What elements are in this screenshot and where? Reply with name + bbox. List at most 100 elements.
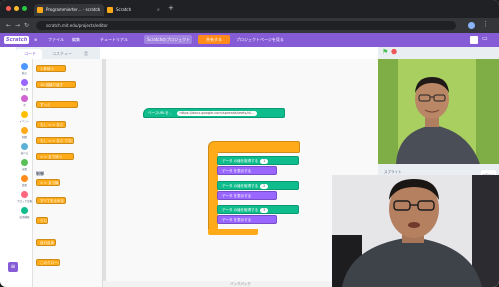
palette-block-label: ずっと — [40, 103, 51, 107]
share-button[interactable]: 共有する — [198, 35, 230, 44]
script-block-input[interactable]: 3 — [260, 208, 269, 213]
category-label: ブロック定義 — [17, 200, 33, 203]
category-label: 調べる — [20, 152, 29, 155]
get-value-block[interactable]: データ の値を取得する 1 — [217, 156, 299, 165]
stage-header: ⚑ ⬣ — [378, 47, 499, 59]
show-data-block[interactable]: データ を表示する — [217, 215, 277, 224]
reload-icon[interactable]: ↻ — [24, 21, 29, 30]
palette-section-heading: 制御 — [36, 171, 44, 176]
browser-tab-label: Programmierter… · scratch — [46, 7, 101, 12]
close-tab-icon[interactable]: × — [157, 4, 160, 16]
browser-tab[interactable]: Scratch × — [104, 4, 164, 16]
category-7-icon[interactable] — [21, 175, 28, 182]
category-0-icon[interactable] — [21, 63, 28, 70]
workspace-url-block[interactable]: ベースURLを 、 https://docs.google.com/spread… — [143, 108, 285, 118]
category-9-icon[interactable] — [21, 207, 28, 214]
palette-block[interactable]: すべてを止める — [36, 197, 66, 204]
palette-block-label: 10 回繰り返す — [40, 83, 64, 87]
category-4-icon[interactable] — [21, 127, 28, 134]
category-label: 変数 — [21, 184, 27, 187]
script-hat-block[interactable] — [208, 141, 300, 153]
browser-tab-strip: Programmierter… · scratch × Scratch × + — [0, 0, 499, 18]
back-arrow-icon[interactable]: ← — [6, 21, 11, 30]
globe-icon[interactable]: ⊕ — [34, 36, 37, 44]
show-data-block[interactable]: データ を表示する — [217, 166, 277, 175]
url-block-input[interactable]: https://docs.google.com/spreadsheets/d/… — [176, 111, 258, 116]
palette-block[interactable]: < > まで待つ — [36, 153, 74, 160]
script-block-label: データ の値を取得する — [222, 208, 259, 212]
palette-block-label: もし < > なら でなければ — [40, 139, 73, 143]
url-field[interactable]: scratch.mit.edu/projects/editor — [36, 21, 456, 30]
browser-tab-active[interactable]: Programmierter… · scratch × — [34, 4, 104, 16]
palette-block-label: 1 秒待つ — [40, 67, 54, 71]
new-tab-button[interactable]: + — [168, 4, 174, 12]
menu-file[interactable]: ファイル — [48, 36, 64, 44]
see-project-page-button[interactable]: プロジェクトページを見る — [236, 36, 284, 44]
tab-costumes[interactable]: コスチューム — [44, 49, 74, 66]
category-5-icon[interactable] — [21, 143, 28, 150]
url-block-label: ベースURLを 、 — [148, 111, 174, 115]
zoom-window-icon[interactable] — [22, 6, 27, 11]
palette-block-label: 自分自身 のクローンを作る — [40, 241, 55, 245]
script-block-label: データ を表示する — [222, 218, 252, 222]
script-block-label: データ の値を取得する — [222, 184, 259, 188]
minimize-window-icon[interactable] — [14, 6, 19, 11]
palette-block[interactable]: 自分自身 のクローンを作る — [36, 239, 56, 246]
scratch-logo[interactable]: Scratch — [4, 36, 30, 44]
palette-block-label: < > まで待つ — [40, 155, 63, 159]
script-block-input[interactable]: 2 — [260, 184, 269, 189]
show-data-block[interactable]: データ を表示する — [217, 191, 277, 200]
folder-icon[interactable]: ▭ — [482, 35, 488, 42]
palette-block[interactable]: クローンされたとき — [36, 217, 48, 224]
category-1-icon[interactable] — [21, 79, 28, 86]
forward-arrow-icon[interactable]: → — [15, 21, 20, 30]
project-title-input[interactable]: Scratchのプロジェクト — [144, 35, 192, 44]
block-palette: 制御 1 秒待つ 10 回繰り返す ずっともし < > ならもし < > なら でな… — [33, 59, 103, 287]
webcam-person-image — [378, 59, 499, 164]
workspace-scrollbar[interactable] — [103, 59, 106, 287]
stop-icon[interactable]: ⬣ — [391, 48, 397, 56]
category-label: イベント — [19, 120, 30, 123]
category-label: 拡張機能 — [19, 216, 30, 219]
account-avatar[interactable] — [470, 36, 478, 44]
c-block-foot — [208, 229, 258, 235]
profile-avatar[interactable] — [468, 22, 475, 29]
scratch-favicon-icon — [107, 7, 113, 13]
palette-block[interactable]: 1 秒待つ — [36, 65, 66, 72]
app-window: Programmierter… · scratch × Scratch × + … — [0, 0, 499, 287]
category-2-icon[interactable] — [21, 95, 28, 102]
palette-block[interactable]: 10 回繰り返す — [36, 81, 76, 88]
palette-block[interactable]: もし < > なら — [36, 121, 66, 128]
palette-block-label: < > まで繰り返す — [40, 181, 59, 185]
green-flag-icon[interactable]: ⚑ — [382, 48, 388, 56]
category-label: 音 — [23, 104, 26, 107]
tab-code[interactable]: コード — [16, 49, 42, 59]
webcam-person-image-large — [332, 175, 499, 287]
get-value-block[interactable]: データ の値を取得する 2 — [217, 181, 299, 190]
palette-block[interactable]: ずっと — [36, 101, 78, 108]
url-text: scratch.mit.edu/projects/editor — [46, 23, 108, 28]
get-value-block[interactable]: データ の値を取得する 3 — [217, 205, 299, 214]
webcam-overlay — [332, 175, 499, 287]
stage-canvas[interactable] — [378, 59, 499, 164]
close-window-icon[interactable] — [6, 6, 11, 11]
add-extension-button[interactable]: ≡ — [8, 262, 18, 272]
menu-tutorials[interactable]: チュートリアル — [100, 36, 128, 44]
close-tab-icon[interactable]: × — [97, 4, 100, 16]
palette-block[interactable]: このクローンを削除する — [36, 259, 60, 266]
script-block-label: データ を表示する — [222, 194, 252, 198]
category-8-icon[interactable] — [21, 191, 28, 198]
tab-sounds[interactable]: 音 — [76, 49, 98, 59]
palette-block-label: クローンされたとき — [40, 219, 47, 223]
script-block-label: データ の値を取得する — [222, 159, 259, 163]
script-block-input[interactable]: 1 — [260, 159, 269, 164]
menu-edit[interactable]: 編集 — [72, 36, 80, 44]
category-3-icon[interactable] — [21, 111, 28, 118]
palette-block[interactable]: もし < > なら でなければ — [36, 137, 74, 144]
category-menu: 動き 見た目音イベント 制御 調べる 演算 変数 ブロック定義 拡張機能 — [16, 59, 33, 287]
palette-block[interactable]: < > まで繰り返す — [36, 179, 60, 186]
browser-tab-label: Scratch — [116, 7, 132, 12]
palette-block-label: もし < > なら — [40, 123, 64, 127]
browser-menu-icon[interactable]: ⋮ — [482, 20, 489, 28]
category-6-icon[interactable] — [21, 159, 28, 166]
